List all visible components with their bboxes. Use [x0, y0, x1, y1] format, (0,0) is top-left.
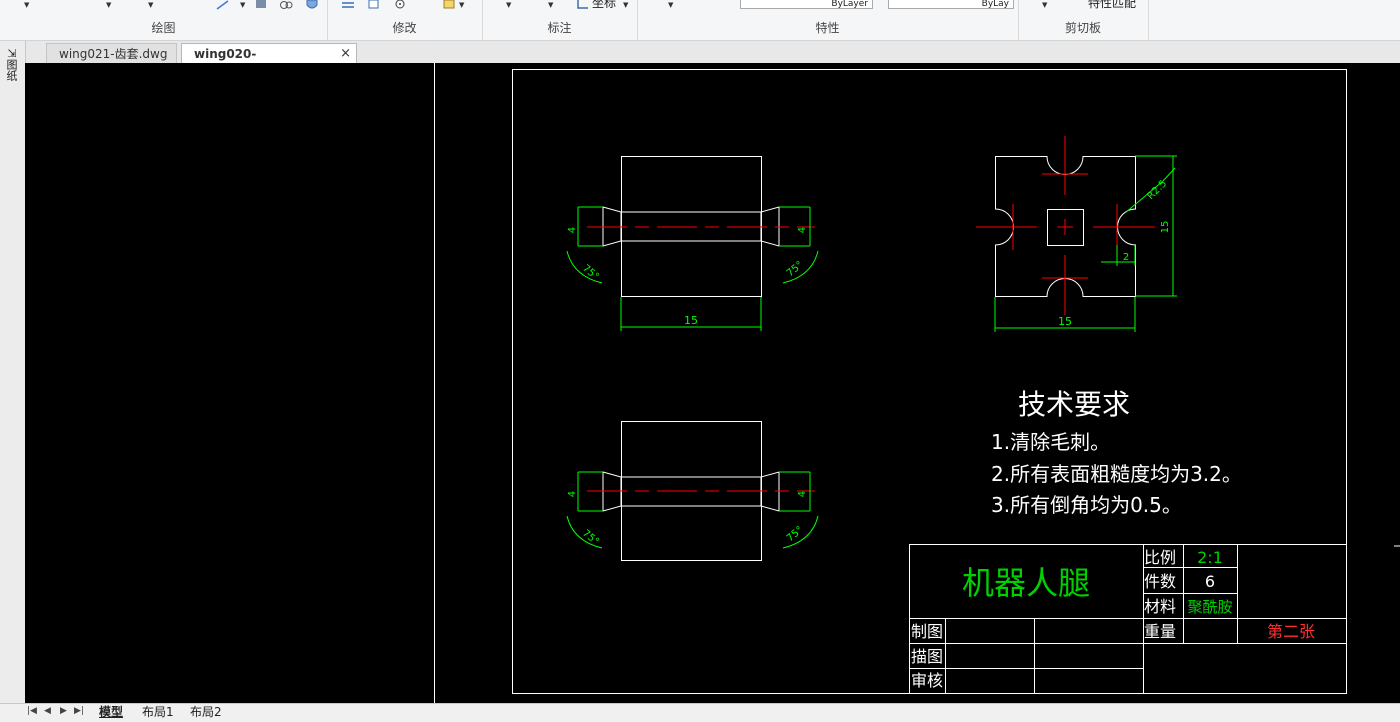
- edit-icon[interactable]: [443, 0, 457, 10]
- weight-label: 重量: [1144, 622, 1176, 641]
- drawing-canvas[interactable]: 4 4 75° 75° 15 R2.5 15 2 15 4 4 75° 75° …: [25, 63, 1400, 703]
- scale-label: 比例: [1144, 548, 1176, 567]
- coordinates-label[interactable]: 坐标: [592, 0, 616, 11]
- dim-thickness-right: 4: [797, 227, 808, 233]
- layout-tab-bar: |◀ ◀ ▶ ▶| 模型 布局1 布局2: [0, 703, 1400, 722]
- dropdown-arrow-icon[interactable]: ▼: [148, 1, 153, 9]
- tab-layout2[interactable]: 布局2: [190, 704, 222, 720]
- dim-slot: 2: [1123, 252, 1129, 263]
- dim-angle-right: 75°: [785, 259, 806, 279]
- material-label: 材料: [1144, 597, 1176, 616]
- dim-thickness-left: 4: [567, 227, 578, 233]
- ribbon: ▼ ▼ ▼ ▼ 绘图 ▼ 修改 ▼ ▼ 坐标 ▼ 标注 ▼ ByLayer By…: [0, 0, 1400, 41]
- dropdown-arrow-icon[interactable]: ▼: [668, 1, 673, 9]
- part-name: 机器人腿: [962, 564, 1090, 602]
- ribbon-group-label: 绘图: [151, 21, 176, 35]
- ribbon-group-label: 修改: [392, 21, 417, 35]
- next-page-icon[interactable]: ▶: [60, 706, 67, 716]
- dim-thickness-right-2: 4: [797, 491, 808, 497]
- qty-label: 件数: [1144, 572, 1176, 591]
- tech-note-1: 1.清除毛刺。: [991, 430, 1110, 454]
- view-front-top: [566, 156, 819, 331]
- qty-value: 6: [1205, 572, 1215, 591]
- ribbon-group-label: 剪切板: [1064, 21, 1101, 35]
- close-icon[interactable]: ×: [340, 44, 351, 64]
- ribbon-group-annotate: ▼ ▼ 坐标 ▼ 标注: [482, 0, 638, 40]
- sheet-panel-label: 图纸: [5, 59, 18, 81]
- dropdown-arrow-icon[interactable]: ▼: [459, 1, 464, 9]
- line-icon[interactable]: [216, 0, 230, 10]
- dim-angle-left: 75°: [580, 263, 601, 283]
- circle-icon[interactable]: [393, 0, 407, 10]
- traced-by-label: 描图: [911, 647, 943, 666]
- tab-wing020[interactable]: wing020-zhen...ou.dwg* ×: [181, 43, 357, 81]
- ribbon-group-properties: ▼ ByLayer ByLay 特性: [637, 0, 1019, 40]
- dropdown-arrow-icon[interactable]: ▼: [240, 1, 245, 9]
- copy-icon[interactable]: [367, 0, 381, 10]
- dropdown-arrow-icon[interactable]: ▼: [24, 1, 29, 9]
- dropdown-arrow-icon[interactable]: ▼: [1042, 1, 1047, 9]
- tab-model[interactable]: 模型: [99, 704, 123, 720]
- ribbon-group-label: 标注: [547, 21, 572, 35]
- scale-value: 2:1: [1197, 548, 1223, 567]
- region-icon[interactable]: [279, 0, 293, 10]
- dim-thickness-left-2: 4: [567, 491, 578, 497]
- shield-icon[interactable]: [305, 0, 319, 10]
- align-icon[interactable]: [341, 0, 355, 10]
- hatch-icon[interactable]: [254, 0, 268, 10]
- drawn-by-label: 制图: [911, 622, 943, 641]
- dim-angle-right-2: 75°: [785, 524, 806, 544]
- dropdown-arrow-icon[interactable]: ▼: [106, 1, 111, 9]
- document-tab-bar: wing021-齿套.dwg wing020-zhen...ou.dwg* ×: [0, 41, 1400, 81]
- dim-angle-left-2: 75°: [580, 528, 601, 548]
- dropdown-arrow-icon[interactable]: ▼: [548, 1, 553, 9]
- tab-wing021[interactable]: wing021-齿套.dwg: [46, 43, 177, 63]
- view-side: [566, 421, 819, 561]
- checked-by-label: 审核: [911, 671, 943, 690]
- last-page-icon[interactable]: ▶|: [74, 706, 84, 716]
- dim-plan-width: 15: [1058, 315, 1072, 328]
- material-value: 聚酰胺: [1187, 598, 1232, 616]
- dropdown-arrow-icon[interactable]: ▼: [623, 1, 628, 9]
- dim-width: 15: [684, 314, 698, 327]
- ribbon-group-clipboard: ▼ 特性匹配 剪切板: [1018, 0, 1149, 40]
- tech-requirements-title: 技术要求: [1018, 388, 1130, 421]
- first-page-icon[interactable]: |◀: [27, 706, 37, 716]
- dropdown-arrow-icon[interactable]: ▼: [506, 1, 511, 9]
- dim-radius: R2.5: [1145, 178, 1169, 202]
- pin-icon: ⇲: [7, 47, 17, 60]
- coordinates-icon[interactable]: [575, 0, 589, 10]
- tech-note-2: 2.所有表面粗糙度均为3.2。: [991, 462, 1242, 486]
- dim-height: 15: [1160, 221, 1171, 234]
- prev-page-icon[interactable]: ◀: [44, 706, 51, 716]
- linetype-select[interactable]: ByLayer: [740, 0, 873, 9]
- tab-layout1[interactable]: 布局1: [142, 704, 174, 720]
- tech-note-3: 3.所有倒角均为0.5。: [991, 493, 1182, 517]
- sheet-number: 第二张: [1267, 622, 1315, 641]
- match-properties-button[interactable]: 特性匹配: [1088, 0, 1136, 11]
- tab-label: wing021-齿套.dwg: [59, 47, 168, 61]
- ribbon-group-label: 特性: [815, 21, 840, 35]
- lineweight-select[interactable]: ByLay: [888, 0, 1014, 9]
- ribbon-group-modify: ▼ 修改: [327, 0, 483, 40]
- view-plan: [976, 136, 1177, 332]
- ribbon-group-draw: ▼ ▼ ▼ ▼ 绘图: [0, 0, 328, 40]
- sheet-panel-toggle[interactable]: ⇲ 图纸: [4, 48, 20, 81]
- left-side-panel: ⇲ 图纸: [0, 41, 26, 721]
